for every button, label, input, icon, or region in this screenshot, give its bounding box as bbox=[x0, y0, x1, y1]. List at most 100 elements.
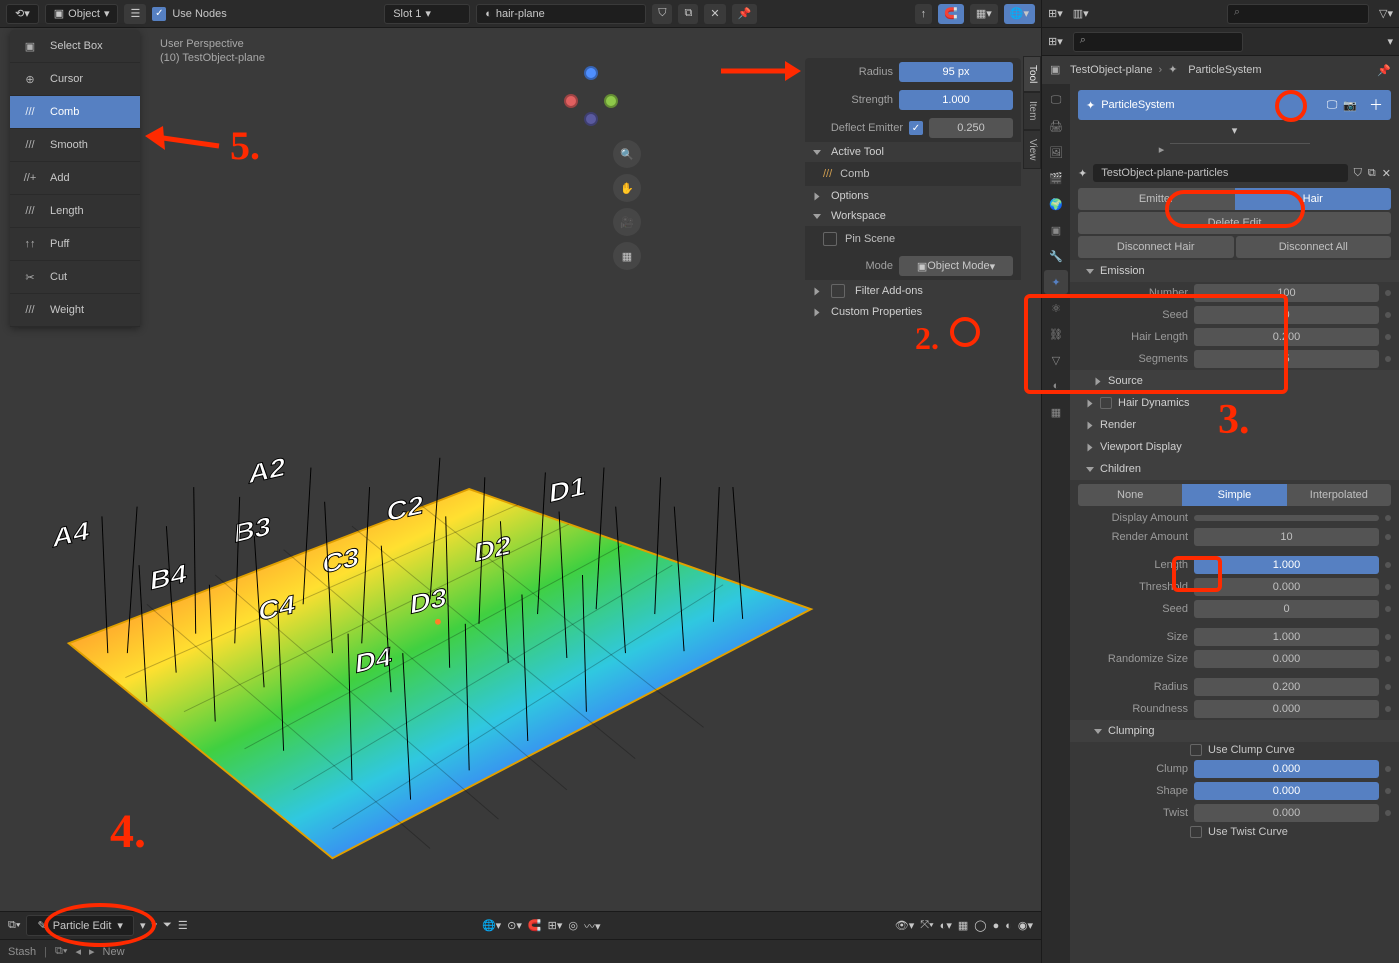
grid-toggle-icon[interactable]: ▦ bbox=[613, 242, 641, 270]
render-amount-field[interactable]: 10 bbox=[1194, 528, 1379, 546]
pin-scene-checkbox[interactable] bbox=[823, 232, 837, 246]
tool-weight[interactable]: ///Weight bbox=[10, 294, 140, 327]
children-interpolated[interactable]: Interpolated bbox=[1287, 484, 1391, 506]
nav-right-icon[interactable]: ▸ bbox=[89, 945, 95, 958]
tab-data-icon[interactable]: ▽ bbox=[1044, 348, 1068, 372]
viewport-display-header[interactable]: Viewport Display bbox=[1070, 436, 1399, 458]
radius-value[interactable]: 95 px bbox=[899, 62, 1013, 82]
overlay-toggle-icon[interactable]: 👁▾ bbox=[895, 919, 915, 932]
properties-search[interactable] bbox=[1073, 32, 1243, 52]
tab-tool[interactable]: Tool bbox=[1023, 56, 1041, 92]
number-field[interactable]: 100 bbox=[1194, 284, 1379, 302]
filter-addons-header[interactable]: Filter Add-ons bbox=[805, 280, 1021, 302]
mode-dropdown[interactable]: ✎ Particle Edit ▾ bbox=[26, 915, 133, 936]
stash-button[interactable]: Stash bbox=[8, 946, 36, 958]
clump-field[interactable]: 0.000 bbox=[1194, 760, 1379, 778]
tab-texture-icon[interactable]: ▦ bbox=[1044, 400, 1068, 424]
hair-dynamics-header[interactable]: Hair Dynamics bbox=[1070, 392, 1399, 414]
collections-icon[interactable]: ▥▾ bbox=[1073, 7, 1089, 20]
select-menu-icon[interactable]: ▾ bbox=[151, 919, 157, 932]
up-arrow-icon[interactable]: ↑ bbox=[915, 4, 933, 24]
custom-props-header[interactable]: Custom Properties bbox=[805, 302, 1021, 322]
close-icon[interactable]: ✕ bbox=[704, 4, 725, 24]
pan-icon[interactable]: ✋ bbox=[613, 174, 641, 202]
tab-modifier-icon[interactable]: 🔧 bbox=[1044, 244, 1068, 268]
disconnect-all-button[interactable]: Disconnect All bbox=[1236, 236, 1392, 258]
new-action-button[interactable]: New bbox=[103, 946, 125, 958]
disconnect-hair-button[interactable]: Disconnect Hair bbox=[1078, 236, 1234, 258]
camera-icon[interactable]: 🎥 bbox=[613, 208, 641, 236]
shading1-icon[interactable]: ◯ bbox=[974, 919, 986, 932]
slot-dropdown[interactable]: Slot 1 ▾ bbox=[384, 4, 470, 24]
strength-value[interactable]: 1.000 bbox=[899, 90, 1013, 110]
hair-dynamics-checkbox[interactable] bbox=[1100, 397, 1112, 409]
editor-type-icon[interactable]: ⧉▾ bbox=[8, 919, 20, 932]
shading2-icon[interactable]: ● bbox=[993, 920, 1000, 932]
type-hair[interactable]: Hair bbox=[1235, 188, 1392, 210]
hair-length-field[interactable]: 0.200 bbox=[1194, 328, 1379, 346]
tab-particles-icon[interactable]: ✦ bbox=[1044, 270, 1068, 294]
roundness-field[interactable]: 0.000 bbox=[1194, 700, 1379, 718]
tab-object-icon[interactable]: ▣ bbox=[1044, 218, 1068, 242]
zoom-icon[interactable]: 🔍 bbox=[613, 140, 641, 168]
use-clump-curve-checkbox[interactable] bbox=[1190, 744, 1202, 756]
overlay2-icon[interactable]: ◐▾ bbox=[940, 919, 952, 932]
tab-output-icon[interactable]: 🖨 bbox=[1044, 114, 1068, 138]
tool-smooth[interactable]: ///Smooth bbox=[10, 129, 140, 162]
display-toggle-icon[interactable]: 🖵 bbox=[1327, 99, 1338, 112]
shading3-icon[interactable]: ◐ bbox=[1005, 920, 1012, 932]
mode-dropdown[interactable]: ▣ Object Mode ▾ bbox=[899, 256, 1013, 276]
children-seed-field[interactable]: 0 bbox=[1194, 600, 1379, 618]
tab-constraints-icon[interactable]: ⛓ bbox=[1044, 322, 1068, 346]
tab-view[interactable]: View bbox=[1023, 130, 1041, 170]
tab-render-icon[interactable]: 🖵 bbox=[1044, 88, 1068, 112]
tool-cursor[interactable]: ⊕Cursor bbox=[10, 63, 140, 96]
threshold-field[interactable]: 0.000 bbox=[1194, 578, 1379, 596]
tool-cut[interactable]: ✂Cut bbox=[10, 261, 140, 294]
tool-select-box[interactable]: ▣Select Box bbox=[10, 30, 140, 63]
viewport-3d[interactable]: User Perspective (10) TestObject-plane 🔍… bbox=[0, 28, 1041, 911]
gizmo-toggle-icon[interactable]: ⤧▾ bbox=[920, 919, 933, 932]
clumping-header[interactable]: Clumping bbox=[1070, 720, 1399, 742]
filter-addons-checkbox[interactable] bbox=[831, 284, 845, 298]
shield-icon[interactable]: ⛉ bbox=[652, 4, 672, 24]
tool-add[interactable]: //+Add bbox=[10, 162, 140, 195]
properties-type-icon[interactable]: ⊞▾ bbox=[1048, 35, 1063, 48]
emission-header[interactable]: Emission bbox=[1070, 260, 1399, 282]
navigation-gizmo[interactable] bbox=[561, 66, 621, 126]
shield-icon[interactable]: ⛉ bbox=[1354, 167, 1362, 180]
active-tool-header[interactable]: Active Tool bbox=[805, 142, 1021, 162]
xray-icon[interactable]: ▦ bbox=[958, 919, 968, 932]
segments-field[interactable]: 5 bbox=[1194, 350, 1379, 368]
use-twist-curve-checkbox[interactable] bbox=[1190, 826, 1202, 838]
options-header[interactable]: Options bbox=[805, 186, 1021, 206]
shading4-icon[interactable]: ◉▾ bbox=[1018, 919, 1033, 932]
delete-edit-button[interactable]: Delete Edit bbox=[1078, 212, 1391, 234]
view-menu-icon[interactable]: ▾ bbox=[140, 919, 146, 932]
children-none[interactable]: None bbox=[1078, 484, 1182, 506]
tab-physics-icon[interactable]: ⚛ bbox=[1044, 296, 1068, 320]
axis-y-icon[interactable] bbox=[604, 94, 618, 108]
pivot-dropdown[interactable]: ⟲▾ bbox=[6, 4, 39, 24]
twist-field[interactable]: 0.000 bbox=[1194, 804, 1379, 822]
object-dropdown[interactable]: ▣ Object ▾ bbox=[45, 4, 119, 24]
proportional-icon[interactable]: ◎ bbox=[568, 919, 578, 932]
outliner-search[interactable] bbox=[1227, 4, 1369, 24]
tool-comb[interactable]: ///Comb bbox=[10, 96, 140, 129]
filter-icon[interactable]: ⏷ bbox=[163, 919, 172, 932]
tab-world-icon[interactable]: 🌍 bbox=[1044, 192, 1068, 216]
add-slot-button[interactable]: ＋ bbox=[1369, 95, 1383, 115]
children-simple[interactable]: Simple bbox=[1182, 484, 1286, 506]
children-radius-field[interactable]: 0.200 bbox=[1194, 678, 1379, 696]
grid-icon[interactable]: ▦▾ bbox=[970, 4, 998, 24]
snap-options-icon[interactable]: ⊞▾ bbox=[548, 919, 563, 932]
seed-field[interactable]: 0 bbox=[1194, 306, 1379, 324]
tab-viewlayer-icon[interactable]: 🖼 bbox=[1044, 140, 1068, 164]
material-field[interactable]: ◐ hair-plane bbox=[476, 4, 646, 24]
curve-icon[interactable]: 〰▾ bbox=[584, 918, 601, 934]
globe-icon[interactable]: 🌐▾ bbox=[1004, 4, 1035, 24]
size-field[interactable]: 1.000 bbox=[1194, 628, 1379, 646]
settings-datablock-icon[interactable]: ✦ bbox=[1078, 167, 1087, 180]
deflect-checkbox[interactable]: ✓ bbox=[909, 121, 923, 135]
tool-length[interactable]: ///Length bbox=[10, 195, 140, 228]
